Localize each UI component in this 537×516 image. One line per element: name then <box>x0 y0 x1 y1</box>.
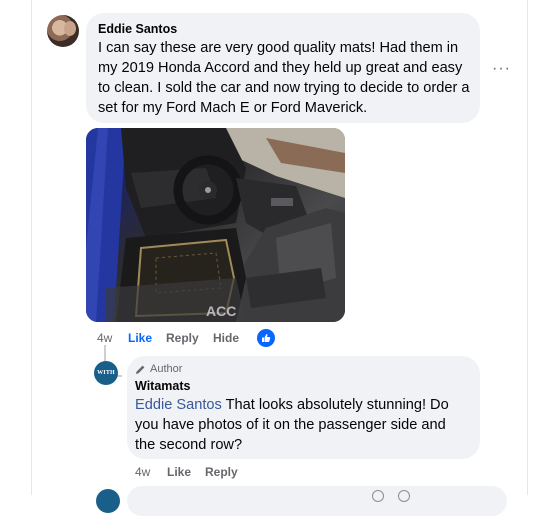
more-options-button[interactable]: ··· <box>492 60 511 78</box>
svg-text:ACC: ACC <box>206 303 236 319</box>
author-badge: Author <box>135 362 472 376</box>
emoji-icon[interactable] <box>372 490 384 502</box>
reply-composer-input[interactable] <box>127 486 507 516</box>
feed-right-border <box>527 0 528 495</box>
reply-timestamp[interactable]: 4w <box>135 464 150 480</box>
comment-reply-button[interactable]: Reply <box>166 330 199 346</box>
avatar-second-face <box>64 21 76 36</box>
car-interior-illustration: ACC <box>86 128 345 322</box>
comment-bubble: Eddie Santos I can say these are very go… <box>86 13 480 123</box>
comment-text: I can say these are very good quality ma… <box>98 40 470 116</box>
thumbs-up-icon <box>262 334 271 342</box>
author-badge-label: Author <box>150 363 183 375</box>
reply-mention-link[interactable]: Eddie Santos <box>135 397 222 413</box>
comment-author-name[interactable]: Eddie Santos <box>98 21 468 37</box>
reply-text: Eddie Santos That looks absolutely stunn… <box>135 395 470 455</box>
camera-icon[interactable] <box>398 490 410 502</box>
reply-author-avatar[interactable]: WITH <box>94 361 118 385</box>
reply-like-button[interactable]: Like <box>167 464 191 480</box>
comment-timestamp[interactable]: 4w <box>97 330 112 346</box>
reply-reply-button[interactable]: Reply <box>205 464 238 480</box>
commenter-avatar[interactable] <box>47 15 79 47</box>
like-reaction-icon[interactable] <box>257 329 275 347</box>
reply-bubble: Author Witamats Eddie Santos That looks … <box>127 356 480 459</box>
feed-left-border <box>31 0 32 495</box>
comment-like-button[interactable]: Like <box>128 330 152 346</box>
pencil-icon <box>136 365 145 374</box>
comment-photo[interactable]: ACC <box>86 128 345 322</box>
comment-hide-button[interactable]: Hide <box>213 330 239 346</box>
composer-avatar <box>96 489 120 513</box>
reply-author-name[interactable]: Witamats <box>135 378 472 394</box>
